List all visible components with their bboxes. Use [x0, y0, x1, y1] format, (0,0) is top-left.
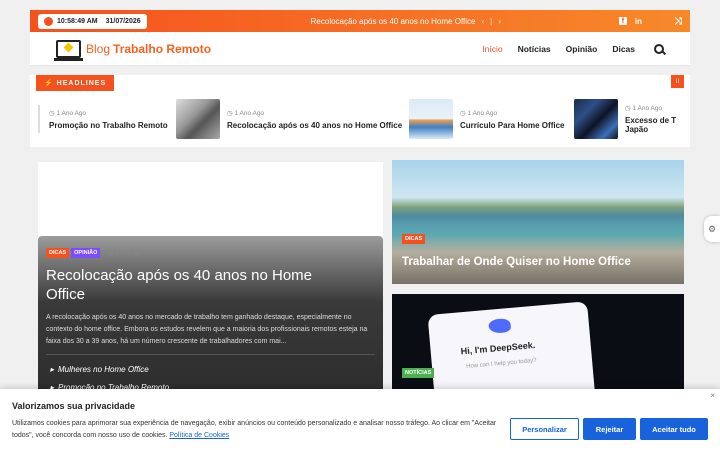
category-badge[interactable]: NOTÍCIAS	[402, 368, 435, 378]
cookie-text: Utilizamos cookies para aprimorar sua ex…	[12, 420, 497, 439]
featured-date: ◷ 1 ano ago	[108, 250, 142, 257]
headline-thumbnail[interactable]	[409, 99, 453, 139]
accept-all-button[interactable]: Aceitar tudo	[640, 418, 708, 440]
whale-logo-icon	[488, 317, 512, 334]
headline-date: ◷ 1 Ano Ago	[460, 109, 498, 117]
headline-date: ◷ 1 Ano Ago	[625, 105, 663, 112]
reject-button[interactable]: Rejeitar	[583, 418, 636, 440]
page-container: 10:58:49 AM 31/07/2026 Recolocação após …	[30, 10, 690, 402]
headline-thumbnail[interactable]	[176, 99, 220, 139]
cookie-policy-link[interactable]: Política de Cookies	[169, 432, 229, 439]
headline-item[interactable]: ◷ 1 Ano Ago Recolocação após os 40 anos …	[176, 97, 402, 141]
clock-time: 10:58:49 AM	[57, 17, 98, 25]
related-post-link[interactable]: Mulheres no Home Office	[50, 365, 149, 374]
content-grid: DICAS OPINIÃO ◷ 1 ano ago Recolocação ap…	[30, 160, 690, 402]
news-ticker: Recolocação após os 40 anos no Home Offi…	[311, 17, 501, 26]
card-overlay	[392, 224, 684, 284]
screen-text-secondary: How can I help you today?	[465, 357, 537, 370]
headline-item[interactable]: ◷ 1 Ano Ago Promoção no Trabalho Remoto	[38, 97, 168, 141]
phone-screen-image: Hi, I'm DeepSeek. How can I help you tod…	[427, 301, 597, 394]
featured-categories: DICAS OPINIÃO ◷ 1 ano ago	[46, 248, 142, 258]
nav-item-inicio[interactable]: Início	[482, 44, 502, 54]
screen-text-primary: Hi, I'm DeepSeek.	[460, 339, 536, 357]
headline-title[interactable]: Promoção no Trabalho Remoto	[49, 121, 168, 130]
cookie-title: Valorizamos sua privacidade	[12, 401, 136, 411]
search-icon[interactable]	[654, 43, 664, 54]
category-badge[interactable]: DICAS	[402, 234, 426, 244]
ticker-next-icon[interactable]: ›	[498, 17, 501, 26]
post-card[interactable]: DICAS Trabalhar de Onde Quiser no Home O…	[392, 160, 684, 284]
headlines-slider: ⚡ HEADLINES II ◷ 1 Ano Ago Promoção no T…	[30, 75, 690, 147]
ticker-headline[interactable]: Recolocação após os 40 anos no Home Offi…	[311, 17, 476, 26]
headline-divider	[38, 105, 40, 133]
category-badge[interactable]: OPINIÃO	[71, 248, 101, 258]
nav-item-dicas[interactable]: Dicas	[612, 44, 635, 54]
site-logo[interactable]: Blog Trabalho Remoto	[54, 39, 212, 61]
shuffle-icon[interactable]: ⤨	[674, 16, 682, 27]
gear-icon[interactable]: ⚙	[704, 216, 720, 242]
logo-text-blog: Blog	[86, 41, 111, 56]
headline-item[interactable]: ◷ 1 Ano Ago Excesso de T Japão	[574, 97, 676, 141]
nav-item-opiniao[interactable]: Opinião	[566, 44, 598, 54]
cookie-banner: × Valorizamos sua privacidade Utilizamos…	[0, 389, 720, 450]
top-bar: 10:58:49 AM 31/07/2026 Recolocação após …	[30, 10, 690, 32]
featured-post[interactable]: DICAS OPINIÃO ◷ 1 ano ago Recolocação ap…	[38, 162, 383, 402]
close-icon[interactable]: ×	[710, 391, 715, 400]
headline-thumbnail[interactable]	[574, 99, 618, 139]
post-card[interactable]: Hi, I'm DeepSeek. How can I help you tod…	[392, 294, 684, 394]
headlines-label: ⚡ HEADLINES	[36, 75, 115, 91]
laptop-heart-icon	[54, 39, 83, 61]
facebook-icon[interactable]: f	[618, 17, 627, 25]
featured-title[interactable]: Recolocação após os 40 anos no Home Offi…	[46, 266, 346, 304]
ticker-separator: |	[490, 16, 493, 26]
social-links: f in ⤨	[618, 16, 682, 27]
headline-title[interactable]: Currículo Para Home Office	[460, 121, 564, 130]
headlines-list: ◷ 1 Ano Ago Promoção no Trabalho Remoto …	[38, 97, 690, 141]
headline-title[interactable]: Recolocação após os 40 anos no Home Offi…	[227, 121, 402, 130]
nav-menu: Início Notícias Opinião Dicas	[482, 43, 664, 54]
category-badge[interactable]: DICAS	[46, 248, 70, 258]
featured-excerpt: A recolocação após os 40 anos no mercado…	[46, 314, 368, 345]
linkedin-icon[interactable]: in	[635, 17, 642, 26]
featured-divider	[46, 354, 375, 355]
customize-button[interactable]: Personalizar	[510, 418, 579, 440]
headline-date: ◷ 1 Ano Ago	[227, 109, 265, 117]
headline-item[interactable]: ◷ 1 Ano Ago Currículo Para Home Office	[409, 97, 564, 141]
logo-text-name: Trabalho Remoto	[113, 41, 212, 56]
nav-item-noticias[interactable]: Notícias	[518, 44, 551, 54]
clock-widget: 10:58:49 AM 31/07/2026	[38, 13, 147, 29]
main-nav: Blog Trabalho Remoto Início Notícias Opi…	[30, 32, 690, 66]
pause-icon[interactable]: II	[671, 75, 684, 88]
headline-title[interactable]: Excesso de T Japão	[625, 116, 676, 134]
clock-icon	[44, 16, 53, 26]
card-title[interactable]: Trabalhar de Onde Quiser no Home Office	[402, 256, 631, 268]
clock-date: 31/07/2026	[105, 17, 141, 25]
headline-date: ◷ 1 Ano Ago	[49, 109, 87, 117]
ticker-prev-icon[interactable]: ‹	[481, 17, 484, 26]
